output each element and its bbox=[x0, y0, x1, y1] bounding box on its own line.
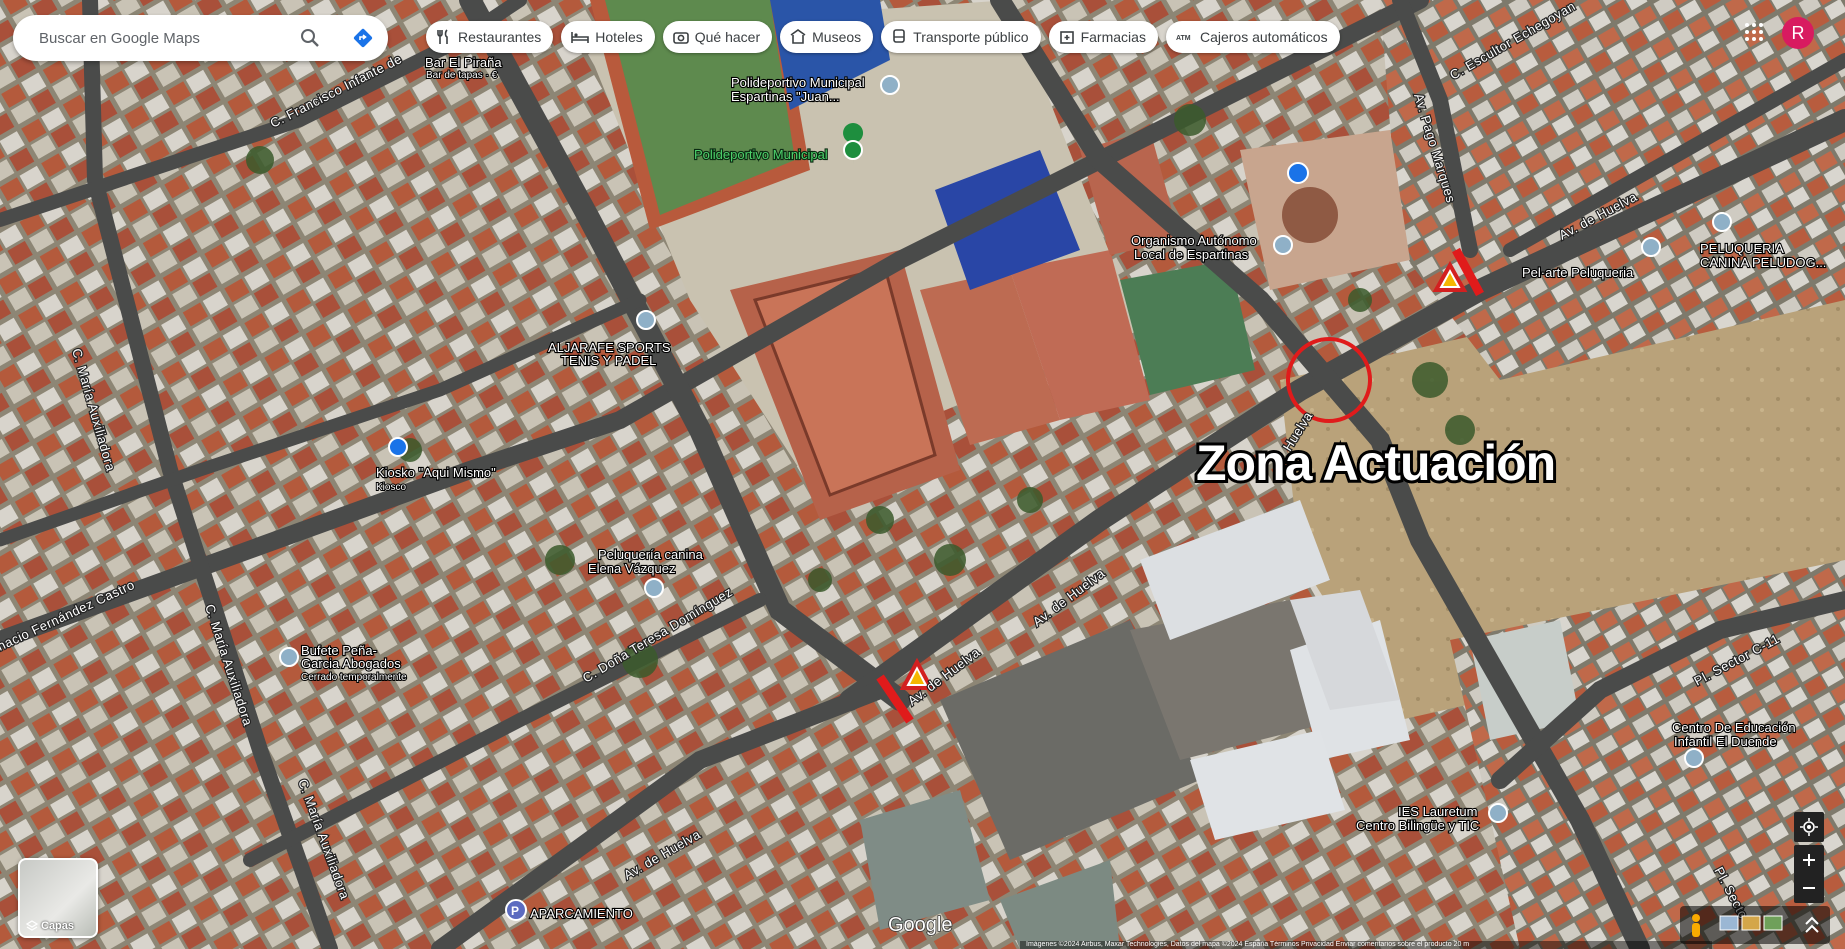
pin-icon-peluqueria-canina[interactable] bbox=[1712, 212, 1732, 232]
search-input[interactable] bbox=[37, 28, 291, 48]
map-attribution: Imágenes ©2024 Airbus, Maxar Technologie… bbox=[1020, 941, 1712, 949]
camera-icon bbox=[672, 32, 689, 44]
place-label-polideportivo[interactable]: Polideportivo Municipal bbox=[730, 74, 866, 91]
chip-label: Cajeros automáticos bbox=[1199, 29, 1328, 45]
museum-icon bbox=[790, 29, 806, 44]
pin-icon-peluqueria-elena[interactable] bbox=[644, 578, 664, 598]
atm-icon: ATM bbox=[1176, 35, 1191, 42]
pin-icon-polideportivo[interactable] bbox=[880, 75, 900, 95]
place-label-aljarafe-2[interactable]: TENIS Y PADEL bbox=[560, 352, 658, 369]
place-label-centro-1[interactable]: Centro De Educación bbox=[1671, 719, 1797, 736]
pin-icon-aparcamiento[interactable]: P bbox=[505, 899, 527, 921]
thumbnail-2[interactable] bbox=[1741, 915, 1761, 931]
place-sub-kiosko: Kiosco bbox=[376, 482, 406, 493]
pin-icon-bufete[interactable] bbox=[279, 647, 299, 667]
layers-icon bbox=[26, 920, 38, 931]
satellite-map[interactable]: P Bar El Piraña Bar de tapas · € Polidep… bbox=[0, 0, 1845, 949]
minus-icon bbox=[1803, 887, 1815, 889]
expand-icon[interactable] bbox=[1805, 916, 1819, 933]
chip-cajeros[interactable]: ATM Cajeros automáticos bbox=[1165, 21, 1340, 53]
bed-icon bbox=[571, 32, 590, 43]
place-label-polideportivo-green[interactable]: Polideportivo Municipal bbox=[693, 146, 829, 163]
zoom-in-button[interactable] bbox=[1794, 845, 1824, 875]
place-sub-bar: Bar de tapas · € bbox=[426, 70, 498, 81]
chip-label: Hoteles bbox=[595, 29, 643, 45]
pegman-icon[interactable] bbox=[1692, 914, 1700, 937]
search-icon[interactable] bbox=[298, 26, 322, 50]
chip-label: Restaurantes bbox=[458, 29, 542, 45]
place-label-centro-2[interactable]: Infantil El Duende bbox=[1673, 733, 1778, 750]
pin-icon-aljarafe[interactable] bbox=[636, 310, 656, 330]
place-label-kiosko[interactable]: Kiosko "Aqui Mismo" bbox=[375, 464, 497, 481]
fork-knife-icon bbox=[437, 29, 448, 44]
google-apps-icon[interactable] bbox=[1742, 20, 1766, 44]
svg-text:P: P bbox=[511, 904, 519, 918]
plus-icon bbox=[1803, 854, 1815, 866]
place-label-organismo-1[interactable]: Organismo Autónomo bbox=[1130, 232, 1258, 249]
google-logo: Google bbox=[888, 914, 953, 936]
chip-farmacias[interactable]: Farmacias bbox=[1048, 21, 1158, 53]
zoom-out-button[interactable] bbox=[1794, 873, 1824, 903]
chip-hoteles[interactable]: Hoteles bbox=[561, 21, 655, 53]
location-target-icon bbox=[1800, 818, 1818, 836]
place-label-polideportivo-2[interactable]: Espartinas "Juan... bbox=[730, 88, 841, 105]
category-chips: Restaurantes Hoteles Qué hacer Museos Tr… bbox=[426, 21, 1340, 53]
bus-icon bbox=[893, 29, 905, 43]
pin-icon-ies[interactable] bbox=[1488, 803, 1508, 823]
place-label-bar[interactable]: Bar El Piraña bbox=[424, 54, 504, 71]
place-label-ies-1[interactable]: IES Lauretum bbox=[1397, 803, 1479, 820]
pin-icon-organismo[interactable] bbox=[1273, 235, 1293, 255]
chip-museos[interactable]: Museos bbox=[780, 21, 874, 53]
pin-icon-pelarte[interactable] bbox=[1641, 237, 1661, 257]
layers-button[interactable]: Capas bbox=[18, 858, 98, 938]
place-label-peluqueria-elena-2[interactable]: Elena Vázquez bbox=[587, 560, 677, 577]
place-label-peluqueria-canina-1[interactable]: PELUQUERIA bbox=[1699, 240, 1785, 257]
place-label-aparcamiento[interactable]: APARCAMIENTO bbox=[529, 905, 634, 922]
chip-restaurantes[interactable]: Restaurantes bbox=[426, 21, 554, 53]
chip-label: Qué hacer bbox=[694, 29, 761, 45]
account-avatar[interactable]: R bbox=[1782, 17, 1814, 49]
pin-icon-kiosko[interactable] bbox=[388, 437, 408, 457]
pharmacy-icon bbox=[1059, 31, 1074, 44]
pin-icon-bank[interactable] bbox=[1287, 162, 1309, 184]
chip-label: Museos bbox=[812, 29, 862, 45]
place-label-organismo-2[interactable]: Local de Espartinas bbox=[1133, 246, 1250, 263]
thumbnail-3[interactable] bbox=[1763, 915, 1783, 931]
chip-label: Transporte público bbox=[913, 29, 1029, 45]
pin-icon-centro-educacion[interactable] bbox=[1684, 748, 1704, 768]
my-location-button[interactable] bbox=[1794, 812, 1824, 842]
layers-label-wrap: Capas bbox=[26, 920, 74, 932]
search-box[interactable] bbox=[13, 15, 388, 61]
layers-label: Capas bbox=[41, 920, 75, 932]
place-label-peluqueria-elena-1[interactable]: Peluquería canina bbox=[597, 546, 705, 563]
place-label-bufete-2[interactable]: Garcia Abogados bbox=[300, 655, 402, 672]
chip-que-hacer[interactable]: Qué hacer bbox=[662, 21, 773, 53]
place-sub-bufete: Cerrado temporalmente bbox=[301, 672, 407, 683]
chip-label: Farmacias bbox=[1080, 29, 1146, 45]
place-label-pelarte[interactable]: Pel·arte Peluqueria bbox=[1521, 264, 1635, 281]
place-label-peluqueria-canina-2[interactable]: CANINA PELUDOG... bbox=[1699, 254, 1828, 271]
thumbnail-1[interactable] bbox=[1719, 915, 1739, 931]
zona-actuacion-label: Zona Actuación bbox=[1196, 435, 1555, 491]
chip-transporte[interactable]: Transporte público bbox=[881, 21, 1041, 53]
street-view-strip[interactable] bbox=[1680, 906, 1830, 944]
place-label-ies-2[interactable]: Centro Bilingüe y TIC bbox=[1355, 817, 1481, 834]
svg-text:ATM: ATM bbox=[1176, 35, 1191, 42]
directions-icon[interactable] bbox=[351, 26, 375, 50]
